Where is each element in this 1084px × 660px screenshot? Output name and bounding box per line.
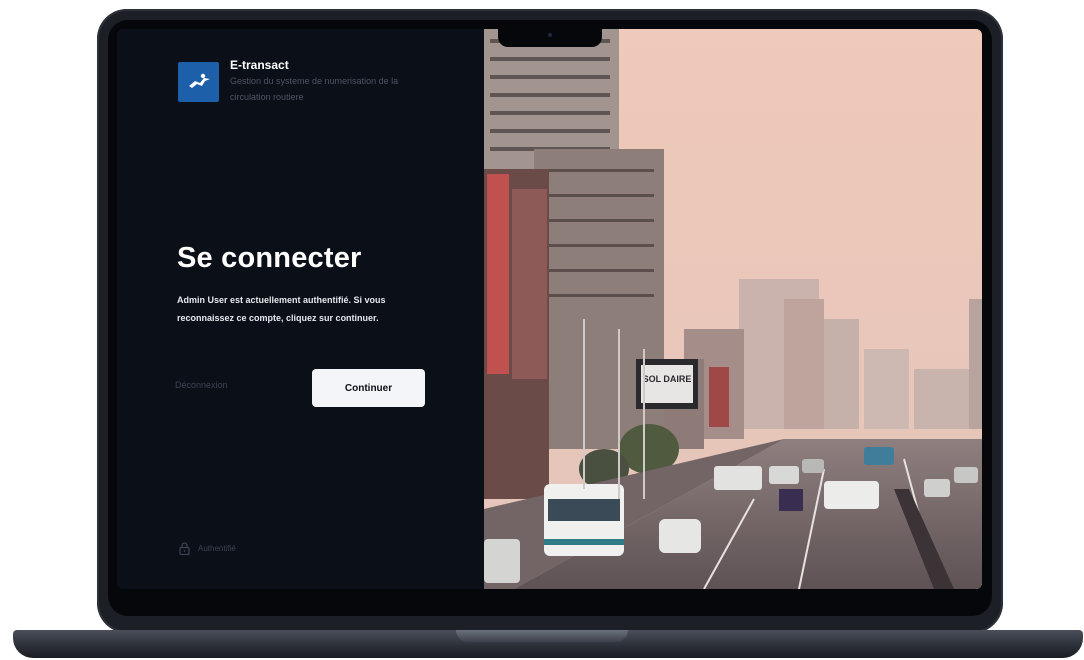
brand-logo — [178, 62, 219, 102]
lock-icon — [179, 542, 190, 555]
brand-title: E-transact — [230, 58, 289, 72]
screen: E-transact Gestion du systeme de numeris… — [117, 29, 982, 589]
logout-button[interactable]: Déconnexion — [175, 380, 228, 390]
auth-status-label: Authentifié — [198, 544, 236, 553]
auth-message: Admin User est actuellement authentifié.… — [177, 295, 386, 323]
running-figure-icon — [188, 73, 210, 88]
continue-button[interactable]: Continuer — [312, 369, 425, 407]
laptop-base-notch — [456, 630, 628, 642]
camera-notch — [498, 29, 602, 47]
login-panel: E-transact Gestion du systeme de numeris… — [117, 29, 484, 589]
camera-icon — [548, 33, 552, 37]
auth-status: Authentifié — [179, 542, 236, 555]
page-title: Se connecter — [177, 242, 362, 274]
billboard-text: SOL DAIRE — [643, 374, 692, 384]
street-scene-illustration: SOL DAIRE — [484, 29, 982, 589]
brand-subtitle: Gestion du systeme de numerisation de la… — [230, 76, 399, 102]
city-street-photo: SOL DAIRE — [484, 29, 982, 589]
